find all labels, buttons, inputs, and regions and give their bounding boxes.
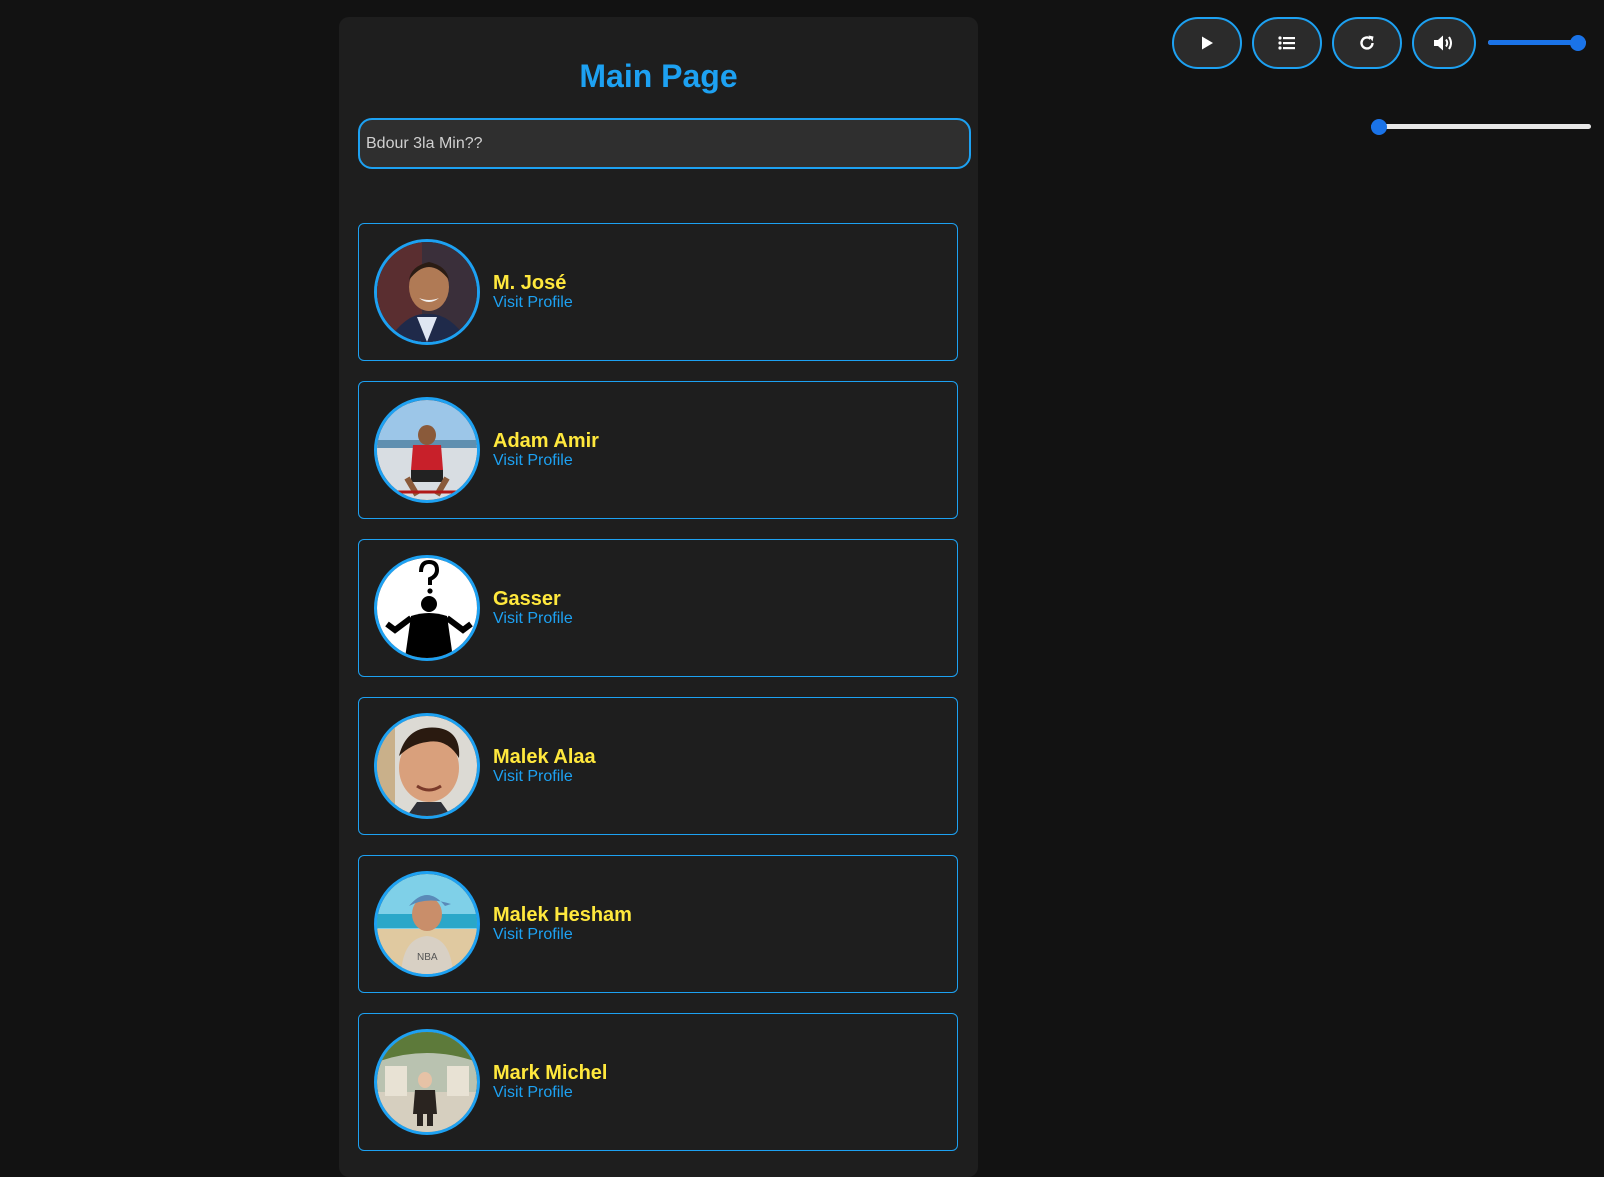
profile-card[interactable]: NBA Malek Hesham Visit Profile [358,855,958,993]
profile-card[interactable]: Mark Michel Visit Profile [358,1013,958,1151]
seek-track [1371,124,1591,129]
visit-profile-link[interactable]: Visit Profile [493,1083,573,1102]
profile-name: Malek Hesham [493,904,632,926]
profile-name: Mark Michel [493,1062,608,1084]
profile-card[interactable]: Gasser Visit Profile [358,539,958,677]
profile-name: Adam Amir [493,430,599,452]
profile-card[interactable]: Malek Alaa Visit Profile [358,697,958,835]
seek-slider[interactable] [1371,119,1591,135]
volume-icon [1433,34,1455,52]
visit-profile-link[interactable]: Visit Profile [493,609,573,628]
refresh-icon [1358,34,1376,52]
profile-name: Malek Alaa [493,746,596,768]
profile-card[interactable]: Adam Amir Visit Profile [358,381,958,519]
play-icon [1199,35,1215,51]
playlist-button[interactable] [1252,17,1322,69]
svg-text:NBA: NBA [417,952,438,963]
visit-profile-link[interactable]: Visit Profile [493,767,573,786]
volume-fill [1488,40,1578,45]
profile-card[interactable]: M. José Visit Profile [358,223,958,361]
search-input[interactable] [358,118,971,169]
avatar [374,239,480,345]
volume-slider[interactable] [1488,35,1586,51]
repeat-button[interactable] [1332,17,1402,69]
avatar [374,1029,480,1135]
seek-thumb[interactable] [1371,119,1387,135]
play-button[interactable] [1172,17,1242,69]
page-title: Main Page [579,58,738,94]
visit-profile-link[interactable]: Visit Profile [493,451,573,470]
avatar [374,397,480,503]
visit-profile-link[interactable]: Visit Profile [493,925,573,944]
avatar [374,555,480,661]
main-panel: Main Page M. José Visit Profile [339,17,978,1177]
avatar: NBA [374,871,480,977]
list-icon [1278,35,1296,51]
volume-button[interactable] [1412,17,1476,69]
visit-profile-link[interactable]: Visit Profile [493,293,573,312]
profile-name: M. José [493,272,567,294]
volume-thumb[interactable] [1570,35,1586,51]
profile-name: Gasser [493,588,561,610]
avatar [374,713,480,819]
